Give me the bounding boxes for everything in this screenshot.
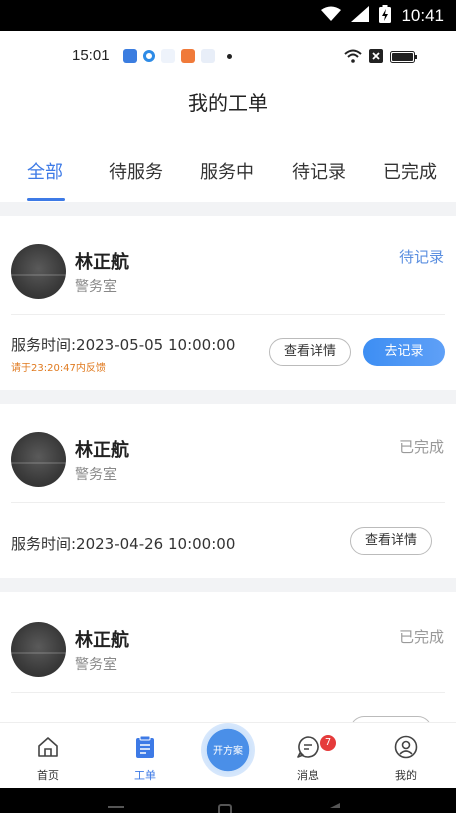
app-notification-icon [123,49,137,63]
nav-mine-label: 我的 [395,769,417,782]
nav-messages[interactable]: 消息 [273,723,343,789]
nav-orders[interactable]: 工单 [110,723,180,789]
app-notification-icon [181,49,195,63]
go-record-button[interactable]: 去记录 [363,338,445,366]
menu-nav-icon[interactable] [108,806,124,808]
app-notification-icon [161,49,175,63]
card-divider [11,502,445,503]
user-icon [394,735,418,759]
page-title: 我的工单 [188,91,268,115]
order-card[interactable]: 林正航 警务室 已完成 [0,592,456,744]
avatar [11,244,66,299]
status-tabs: 全部 待服务 服务中 待记录 已完成 [0,140,456,202]
department: 警务室 [75,279,117,295]
nav-mine[interactable]: 我的 [371,723,441,789]
view-details-button[interactable]: 查看详情 [350,527,432,555]
order-card[interactable]: 林正航 警务室 已完成 服务时间:2023-04-26 10:00:00 查看详… [0,404,456,578]
page-header: 我的工单 [0,83,456,133]
tab-in-service[interactable]: 服务中 [200,158,254,184]
status-badge: 待记录 [398,248,444,266]
unread-badge: 7 [320,735,336,751]
tab-all[interactable]: 全部 [27,158,63,184]
customer-name: 林正航 [75,440,129,461]
status-badge: 已完成 [398,628,444,646]
tab-to-record[interactable]: 待记录 [292,158,346,184]
service-time: 服务时间:2023-05-05 10:00:00 [11,336,236,354]
order-card[interactable]: 林正航 警务室 待记录 服务时间:2023-05-05 10:00:00 请于2… [0,216,456,390]
more-dot-icon [227,53,232,59]
avatar [11,432,66,487]
section-separator [0,390,456,404]
section-separator [0,202,456,216]
home-icon [36,735,60,759]
service-time: 服务时间:2023-04-26 10:00:00 [11,535,236,553]
battery-icon [390,49,418,67]
system-navigation-bar [0,788,456,813]
clipboard-icon [133,735,157,759]
card-divider [11,692,445,693]
inner-clock: 15:01 [72,47,110,64]
battery-charging-icon [379,4,392,27]
app-screen: 10:41 15:01 我的工单 全部 待服务 服务中 待记录 已完成 林正航 … [0,0,456,813]
notification-icons [123,49,232,63]
section-separator [0,578,456,592]
app-notification-icon [201,49,215,63]
system-status-bar: 10:41 [0,0,456,31]
no-sim-icon [369,49,383,67]
app-notification-icon [143,50,155,62]
department: 警务室 [75,467,117,483]
inner-status-icons [344,49,418,67]
view-details-button[interactable]: 查看详情 [269,338,351,366]
wifi-icon [344,49,362,67]
customer-name: 林正航 [75,252,129,273]
nav-messages-label: 消息 [297,769,319,782]
tab-to-serve[interactable]: 待服务 [109,158,163,184]
nav-home[interactable]: 首页 [13,723,83,789]
back-nav-icon[interactable] [330,803,340,808]
message-icon [296,735,320,759]
nav-orders-label: 工单 [134,769,156,782]
avatar [11,622,66,677]
create-plan-button[interactable]: 开方案 [201,723,255,777]
department: 警务室 [75,657,117,673]
nav-home-label: 首页 [37,769,59,782]
card-divider [11,314,445,315]
feedback-deadline: 请于23:20:47内反馈 [11,363,106,374]
bottom-navigation: 首页 工单 开方案 消息 7 我的 [0,722,456,788]
wifi-icon [321,6,342,26]
status-badge: 已完成 [398,438,444,456]
system-clock: 10:41 [401,5,444,25]
create-plan-label: 开方案 [213,746,243,757]
active-tab-indicator [27,198,65,201]
signal-icon [351,5,370,26]
tab-completed[interactable]: 已完成 [383,158,437,184]
customer-name: 林正航 [75,630,129,651]
home-nav-icon[interactable] [218,804,232,813]
inner-status-bar: 15:01 [0,31,456,83]
